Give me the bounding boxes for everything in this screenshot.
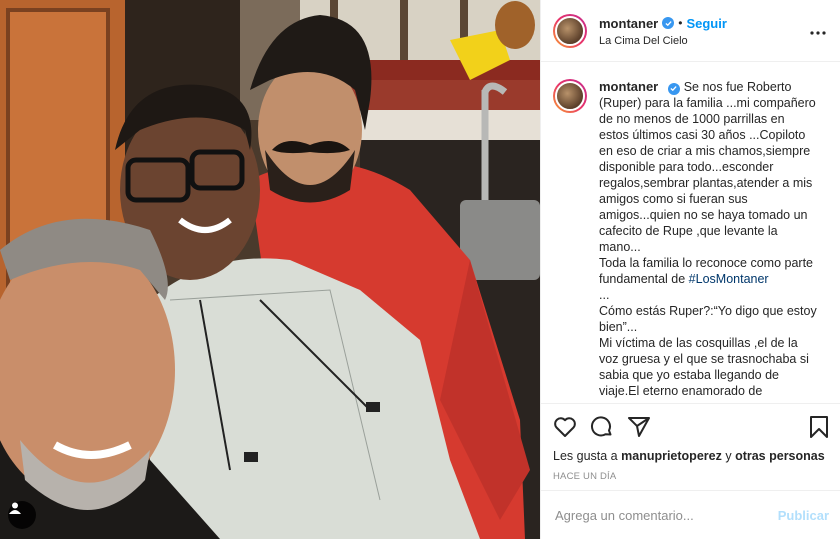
instagram-post: montaner • Seguir La Cima Del Cielo mont… [0,0,840,539]
heart-icon[interactable] [553,416,577,438]
caption-paragraph: Cómo estás Ruper?:“Yo digo que estoy bie… [599,304,817,334]
follow-button[interactable]: Seguir [686,16,726,31]
more-options-icon[interactable] [810,22,826,40]
post-caption: montaner Se nos fue Roberto (Ruper) para… [553,79,829,399]
liked-by-user-link[interactable]: manuprietoperez [621,449,722,463]
caption-text: montaner Se nos fue Roberto (Ruper) para… [599,79,817,399]
post-timestamp[interactable]: HACE UN DÍA [553,471,829,482]
post-side-panel: montaner • Seguir La Cima Del Cielo mont… [540,0,840,539]
likes-connector: y [725,449,732,463]
comments-section[interactable]: montaner Se nos fue Roberto (Ruper) para… [541,63,840,403]
other-likers-link[interactable]: otras personas [735,449,825,463]
bookmark-icon[interactable] [809,415,829,439]
publish-button[interactable]: Publicar [778,508,829,523]
hashtag-link[interactable]: #LosMontaner [689,272,769,286]
location-link[interactable]: La Cima Del Cielo [599,35,727,47]
verified-badge-icon [662,17,675,29]
caption-paragraph: Se nos fue Roberto (Ruper) para la famil… [599,80,816,254]
share-icon[interactable] [627,416,651,438]
username-link[interactable]: montaner [599,16,658,31]
caption-username-link[interactable]: montaner [599,79,658,94]
caption-paragraph: Mi víctima de las cosquillas ,el de la v… [599,336,809,398]
likes-summary: Les gusta a manuprietoperez y otras pers… [553,449,829,463]
caption-avatar[interactable] [553,79,587,113]
likes-prefix: Les gusta a [553,449,618,463]
photo-illustration [0,0,540,539]
separator-dot: • [678,16,683,30]
post-photo[interactable] [0,0,540,539]
avatar[interactable] [553,13,587,48]
post-actions: Les gusta a manuprietoperez y otras pers… [541,403,840,482]
verified-badge-icon [667,82,680,95]
comment-icon[interactable] [590,415,614,439]
user-tag-icon[interactable] [8,501,36,529]
add-comment-form: Publicar [541,490,840,539]
comment-input[interactable] [555,507,778,523]
post-header: montaner • Seguir La Cima Del Cielo [541,0,840,62]
caption-paragraph: ... [599,288,610,302]
